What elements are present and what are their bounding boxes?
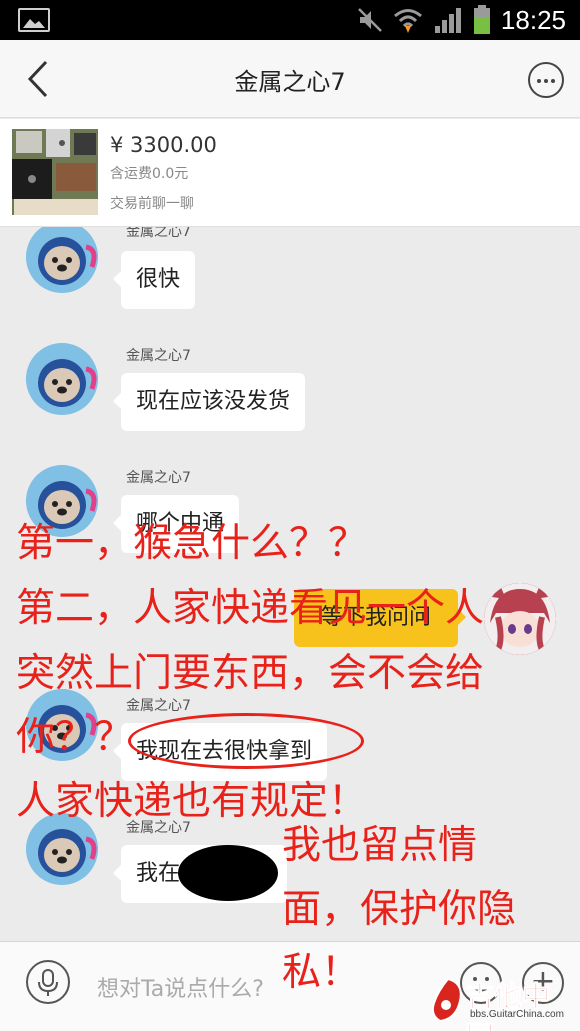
message-bubble[interactable]: 现在应该没发货 [112, 373, 306, 431]
watermark-logo: 吉他中国 bbs.GuitarChina.com [428, 975, 576, 1031]
product-card[interactable]: ¥ 3300.00 含运费0.0元 交易前聊一聊 [0, 119, 580, 227]
gallery-icon [18, 8, 50, 32]
annotation-line-5: 人家快递也有规定！ [16, 779, 368, 824]
seal-avatar[interactable] [26, 343, 98, 415]
annotation-line-2: 第二，人家快递看见一个人 [16, 586, 485, 631]
seal-avatar[interactable] [26, 227, 98, 293]
annotation-line-7: 面，保护你隐 [282, 887, 517, 932]
product-price: ¥ 3300.00 [110, 133, 217, 157]
sender-name: 金属之心7 [126, 470, 191, 486]
annotation-line-3: 突然上门要东西，会不会给 [16, 651, 485, 696]
circle-annotation [128, 713, 364, 769]
message-bubble[interactable]: 很快 [112, 251, 196, 309]
redaction-mark [178, 845, 278, 901]
sender-name: 金属之心7 [126, 227, 191, 240]
shipping-fee: 含运费0.0元 [110, 166, 189, 182]
annotation-line-8: 私！ [282, 950, 361, 995]
status-icons: 18:25 [357, 4, 566, 36]
annotation-line-1: 第一，猴急什么？？ [16, 521, 368, 566]
annotation-line-6: 我也留点情 [282, 823, 478, 868]
wifi-icon [393, 9, 422, 33]
signal-icon [434, 8, 461, 33]
voice-button[interactable] [26, 960, 70, 1004]
status-bar: 18:25 [0, 0, 580, 40]
chat-before-trade: 交易前聊一聊 [110, 196, 194, 212]
sender-name: 金属之心7 [126, 348, 191, 364]
mute-icon [358, 8, 382, 32]
message-input[interactable]: 想对Ta说点什么? [97, 971, 264, 1003]
user-avatar[interactable] [484, 583, 556, 655]
page-title: 金属之心7 [234, 68, 346, 96]
message-text: 我在 [136, 861, 181, 886]
microphone-icon [38, 969, 58, 996]
battery-icon [473, 5, 490, 34]
more-icon [537, 79, 541, 83]
more-button[interactable] [528, 62, 564, 98]
sender-name: 金属之心7 [126, 698, 191, 714]
title-bar: 金属之心7 [0, 40, 580, 118]
guitar-logo-icon [431, 977, 462, 1023]
product-thumbnail[interactable] [12, 129, 98, 215]
watermark-cn: 吉他中国 [466, 980, 551, 1031]
annotation-line-4: 你？？ [16, 715, 134, 760]
watermark-en: bbs.GuitarChina.com [470, 1009, 564, 1020]
status-time: 18:25 [500, 4, 566, 35]
